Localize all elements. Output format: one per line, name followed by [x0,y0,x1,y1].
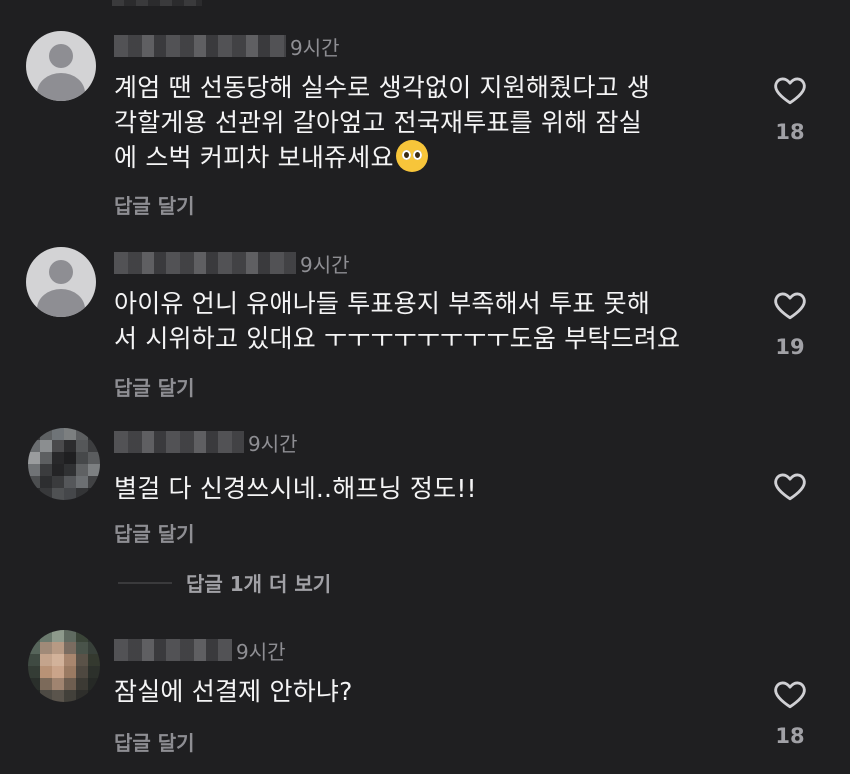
heart-outline-icon[interactable] [772,72,808,108]
heart-outline-icon[interactable] [772,676,808,712]
reply-button[interactable]: 답글 달기 [114,190,195,219]
comment-time: 9시간 [300,252,350,277]
comment-meta: 9시간 [114,32,340,60]
like-button[interactable]: 18 [768,72,812,144]
comment-meta: 9시간 [114,636,286,664]
like-button[interactable]: 19 [768,287,812,359]
like-count: 18 [775,120,805,144]
reply-button[interactable]: 답글 달기 [114,518,195,547]
comment-text: 잠실에 선결제 안하냐? [114,677,353,706]
view-more-replies-label[interactable]: 답글 1개 더 보기 [186,568,331,597]
username-blurred[interactable] [114,35,286,57]
like-count: 19 [775,335,805,359]
user-avatar[interactable] [28,630,100,702]
comment-text: 별걸 다 신경쓰시네..해프닝 정도!! [114,474,477,503]
comment-text: 계엄 땐 선동당해 실수로 생각없이 지원해줬다고 생 각할게용 선관위 갈아엎… [114,73,651,172]
previous-reply-label [112,0,202,6]
reply-button[interactable]: 답글 달기 [114,727,195,756]
comment-meta: 9시간 [114,249,350,277]
username-blurred[interactable] [114,252,296,274]
comment-time: 9시간 [290,35,340,60]
heart-outline-icon[interactable] [772,468,808,504]
like-button[interactable]: 18 [768,676,812,748]
like-button[interactable] [768,468,812,508]
username-blurred[interactable] [114,431,244,453]
default-avatar-icon[interactable] [26,247,96,317]
default-avatar-icon[interactable] [26,31,96,101]
divider-line [118,581,172,584]
heart-outline-icon[interactable] [772,287,808,323]
username-blurred[interactable] [114,639,232,661]
comment-text: 아이유 언니 유애나들 투표용지 부족해서 투표 못해 서 시위하고 있대요 ㅜ… [114,289,681,353]
view-more-replies-button[interactable]: 답글 1개 더 보기 [118,568,331,597]
comment-time: 9시간 [236,639,286,664]
reply-button[interactable]: 답글 달기 [114,372,195,401]
user-avatar[interactable] [28,428,100,500]
like-count: 18 [775,724,805,748]
pleading-face-icon [395,140,428,172]
comment-meta: 9시간 [114,428,298,456]
comment-time: 9시간 [248,431,298,456]
